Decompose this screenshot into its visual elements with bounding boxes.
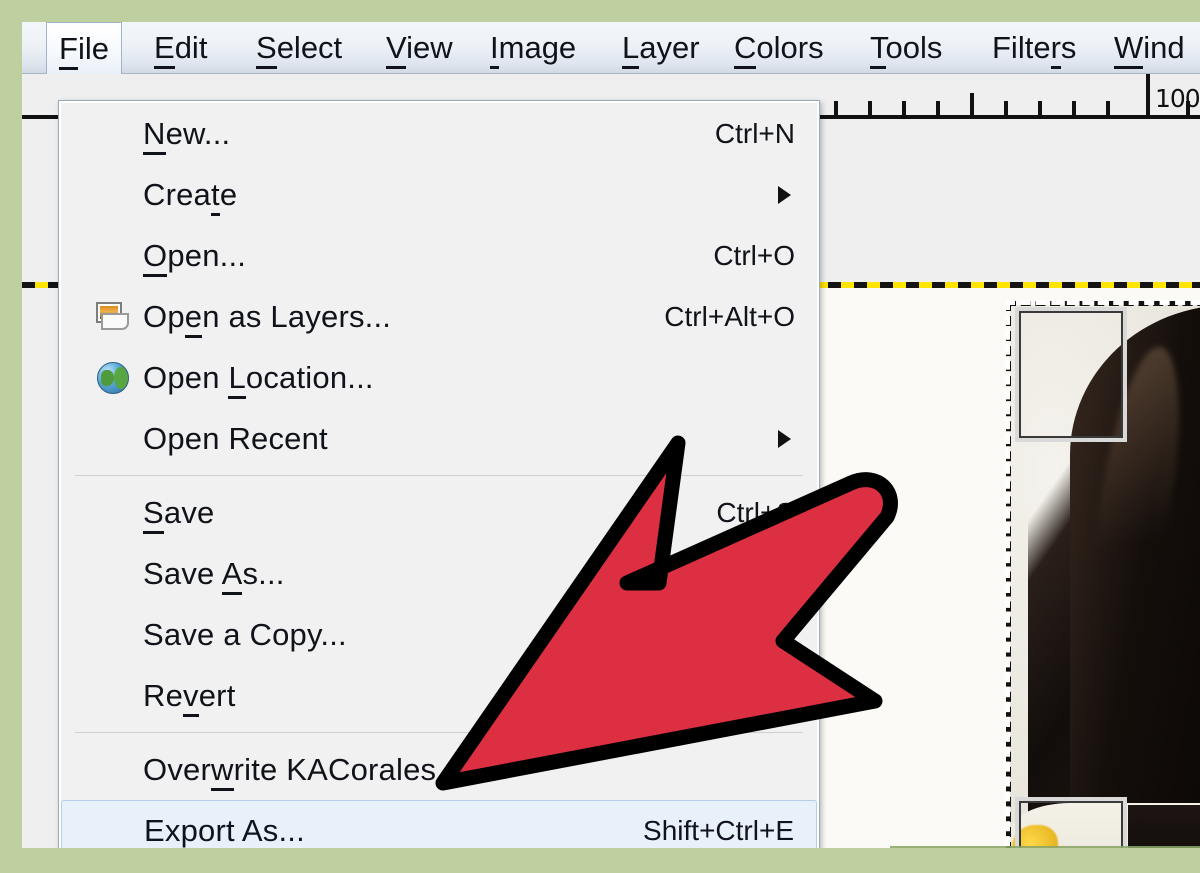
menubar-item-label: Wind: [1114, 30, 1185, 69]
ruler-label-1000: 1000: [1155, 84, 1200, 113]
menu-bar: File Edit Select View Image Layer Colors Tools F…: [22, 22, 1200, 74]
menu-item-label: Save a Copy...: [143, 616, 347, 652]
gimp-window: 1000: [22, 22, 1200, 848]
menubar-item-label: Tools: [870, 30, 942, 69]
screenshot-root: 1000: [0, 0, 1200, 873]
menu-item-shortcut: Ctrl+S: [716, 496, 795, 528]
menubar-item-label: Filters: [992, 30, 1076, 69]
menubar-item-file[interactable]: File: [46, 22, 122, 74]
menubar-item-image[interactable]: Image: [478, 22, 588, 74]
menubar-item-colors[interactable]: Colors: [722, 22, 836, 74]
menu-item-export-as[interactable]: Export As... Shift+Ctrl+E: [61, 800, 817, 848]
menu-item-label: Open Location...: [143, 359, 374, 399]
menubar-item-label: Layer: [622, 30, 700, 69]
collar: [1128, 805, 1200, 848]
menubar-item-label: Edit: [154, 30, 207, 69]
menu-item-save-a-copy[interactable]: Save a Copy...: [61, 604, 817, 665]
menu-item-label: Export As...: [144, 812, 305, 848]
menu-item-shortcut: Ctrl+Alt+O: [664, 300, 795, 332]
menu-item-label: Revert: [143, 677, 236, 717]
menubar-item-filters[interactable]: Filters: [980, 22, 1088, 74]
menubar-item-label: File: [59, 31, 109, 70]
menu-item-overwrite-kacorales-jpg[interactable]: Overwrite KACorales.JPG: [61, 739, 817, 800]
chevron-right-icon: [778, 185, 791, 204]
menu-item-revert[interactable]: Revert: [61, 665, 817, 726]
menubar-item-select[interactable]: Select: [244, 22, 354, 74]
menubar-item-label: Select: [256, 30, 342, 69]
menubar-item-label: View: [386, 30, 453, 69]
menu-item-open-recent[interactable]: Open Recent: [61, 408, 817, 469]
file-menu-list: New... Ctrl+N Create Open... Ctrl+O Open as L…: [59, 101, 819, 848]
frame-top: [0, 0, 1200, 22]
menu-item-label: Save: [143, 494, 214, 534]
frame-left: [0, 0, 22, 873]
menubar-item-layer[interactable]: Layer: [610, 22, 712, 74]
menu-separator: [75, 732, 803, 733]
menu-item-label: New...: [143, 115, 230, 155]
menu-item-label: Create: [143, 176, 237, 216]
selection-handle-top-left[interactable]: [1015, 307, 1127, 442]
menu-item-shortcut: Ctrl+O: [713, 239, 795, 271]
menu-item-shortcut: Ctrl+N: [714, 117, 795, 149]
layers-icon: [83, 301, 143, 332]
globe-icon: [83, 361, 143, 394]
menu-item-new[interactable]: New... Ctrl+N: [61, 103, 817, 164]
menubar-item-edit[interactable]: Edit: [142, 22, 219, 74]
frame-bottom: [0, 848, 1200, 873]
menu-item-create[interactable]: Create: [61, 164, 817, 225]
selection-handle-bottom-left[interactable]: [1015, 797, 1127, 848]
menubar-item-wind[interactable]: Wind: [1102, 22, 1197, 74]
menu-item-save-as[interactable]: Save As... Shift+Ctrl+S: [61, 543, 817, 604]
menu-item-label: Save As...: [143, 555, 285, 595]
menubar-item-label: Colors: [734, 30, 824, 69]
menu-separator: [75, 475, 803, 476]
menu-item-open-as-layers[interactable]: Open as Layers... Ctrl+Alt+O: [61, 286, 817, 347]
menu-item-label: Overwrite KACorales.JPG: [143, 751, 506, 791]
menu-item-open-location[interactable]: Open Location...: [61, 347, 817, 408]
menu-item-shortcut: Shift+Ctrl+S: [644, 557, 795, 589]
menu-item-shortcut: Shift+Ctrl+E: [643, 814, 794, 846]
menubar-item-tools[interactable]: Tools: [858, 22, 954, 74]
menubar-item-label: Image: [490, 30, 576, 69]
chevron-right-icon: [778, 429, 791, 448]
menu-item-label: Open as Layers...: [143, 298, 391, 338]
menu-item-label: Open...: [143, 237, 246, 277]
file-menu-popup: New... Ctrl+N Create Open... Ctrl+O Open as L…: [58, 100, 820, 848]
menu-item-save[interactable]: Save Ctrl+S: [61, 482, 817, 543]
menubar-item-view[interactable]: View: [374, 22, 465, 74]
menu-item-label: Open Recent: [143, 420, 328, 456]
menu-item-open[interactable]: Open... Ctrl+O: [61, 225, 817, 286]
